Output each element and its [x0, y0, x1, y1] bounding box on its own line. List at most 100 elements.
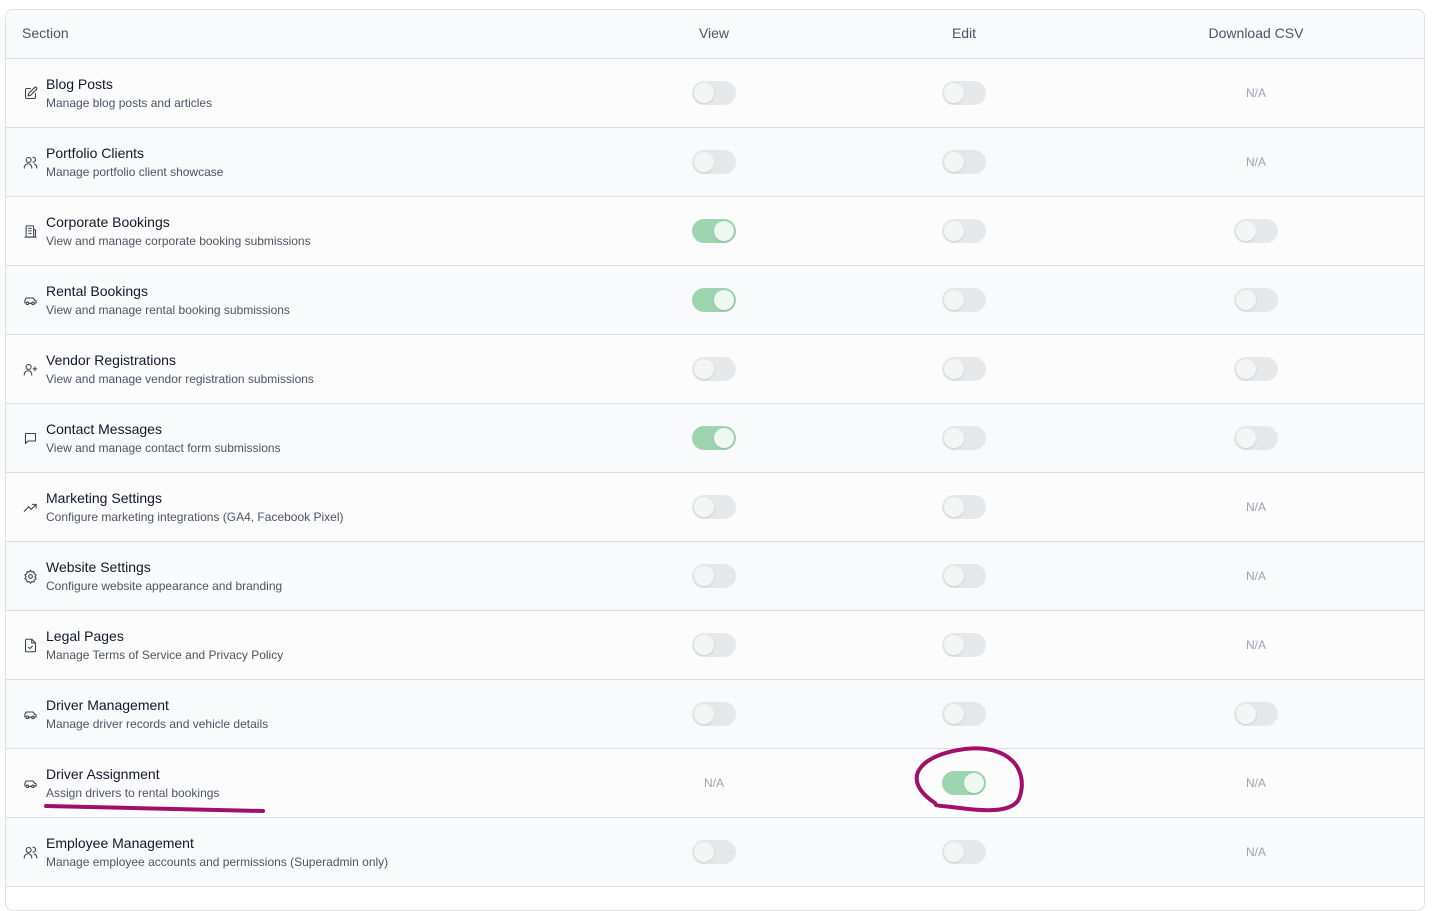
- edit-cell: [864, 818, 1064, 886]
- view-permission-toggle[interactable]: [692, 219, 736, 243]
- edit-permission-toggle[interactable]: [942, 840, 986, 864]
- edit-permission-toggle[interactable]: [942, 702, 986, 726]
- table-row: Marketing Settings Configure marketing in…: [6, 473, 1424, 542]
- csv-permission-toggle[interactable]: [1234, 357, 1278, 381]
- row-description: View and manage vendor registration subm…: [46, 372, 314, 386]
- view-permission-toggle[interactable]: [692, 288, 736, 312]
- view-cell: [614, 128, 814, 196]
- row-title: Website Settings: [46, 559, 151, 575]
- row-description: Manage Terms of Service and Privacy Poli…: [46, 648, 284, 662]
- row-title: Blog Posts: [46, 76, 113, 92]
- toggle-knob: [944, 221, 964, 241]
- table-row: Website Settings Configure website appear…: [6, 542, 1424, 611]
- table-row: Contact Messages View and manage contact …: [6, 404, 1424, 473]
- edit-cell: [864, 266, 1064, 334]
- view-permission-toggle[interactable]: [692, 357, 736, 381]
- edit-cell: [864, 335, 1064, 403]
- row-description: Manage driver records and vehicle detail…: [46, 717, 269, 731]
- table-row: Legal Pages Manage Terms of Service and P…: [6, 611, 1424, 680]
- view-permission-toggle[interactable]: [692, 702, 736, 726]
- toggle-knob: [694, 635, 714, 655]
- user-plus-icon: [22, 361, 38, 377]
- edit-cell: [864, 473, 1064, 541]
- view-cell: [614, 197, 814, 265]
- row-title: Driver Management: [46, 697, 169, 713]
- edit-permission-toggle[interactable]: [942, 357, 986, 381]
- csv-cell: N/A: [1156, 128, 1356, 196]
- csv-cell: N/A: [1156, 473, 1356, 541]
- not-applicable-label: N/A: [1245, 638, 1266, 652]
- edit-permission-toggle[interactable]: [942, 495, 986, 519]
- view-cell: [614, 680, 814, 748]
- row-description: Manage employee accounts and permissions…: [46, 855, 389, 869]
- edit-cell: [864, 611, 1064, 679]
- view-permission-toggle[interactable]: [692, 495, 736, 519]
- not-applicable-label: N/A: [1245, 500, 1266, 514]
- car-icon: [22, 706, 38, 722]
- table-row: Blog Posts Manage blog posts and articles…: [6, 59, 1424, 128]
- csv-cell: N/A: [1156, 749, 1356, 817]
- csv-permission-toggle[interactable]: [1234, 219, 1278, 243]
- edit-permission-toggle[interactable]: [942, 288, 986, 312]
- edit-permission-toggle[interactable]: [942, 426, 986, 450]
- csv-permission-toggle[interactable]: [1234, 702, 1278, 726]
- not-applicable-label: N/A: [1245, 776, 1266, 790]
- view-permission-toggle[interactable]: [692, 840, 736, 864]
- edit-permission-toggle[interactable]: [942, 633, 986, 657]
- view-cell: [614, 542, 814, 610]
- column-header-view: View: [698, 25, 730, 41]
- view-permission-toggle[interactable]: [692, 150, 736, 174]
- table-row: Employee Management Manage employee accou…: [6, 818, 1424, 887]
- row-title: Marketing Settings: [46, 490, 162, 506]
- not-applicable-label: N/A: [1245, 155, 1266, 169]
- edit-permission-toggle[interactable]: [942, 150, 986, 174]
- csv-cell: [1156, 680, 1356, 748]
- row-title: Portfolio Clients: [46, 145, 145, 161]
- table-body: Blog Posts Manage blog posts and articles…: [6, 59, 1424, 887]
- toggle-knob: [1236, 359, 1256, 379]
- toggle-knob: [1236, 428, 1256, 448]
- edit-cell: [864, 542, 1064, 610]
- edit-permission-toggle[interactable]: [942, 219, 986, 243]
- gear-icon: [22, 568, 38, 584]
- edit-permission-toggle[interactable]: [942, 771, 986, 795]
- edit-permission-toggle[interactable]: [942, 564, 986, 588]
- view-permission-toggle[interactable]: [692, 81, 736, 105]
- toggle-knob: [694, 83, 714, 103]
- car-icon: [22, 292, 38, 308]
- toggle-knob: [694, 359, 714, 379]
- csv-cell: [1156, 266, 1356, 334]
- toggle-knob: [694, 704, 714, 724]
- row-title: Contact Messages: [46, 421, 162, 437]
- toggle-knob: [694, 566, 714, 586]
- not-applicable-label: N/A: [1245, 86, 1266, 100]
- csv-cell: N/A: [1156, 542, 1356, 610]
- users-icon: [22, 154, 38, 170]
- view-permission-toggle[interactable]: [692, 564, 736, 588]
- view-permission-toggle[interactable]: [692, 633, 736, 657]
- csv-cell: N/A: [1156, 59, 1356, 127]
- csv-cell: N/A: [1156, 611, 1356, 679]
- toggle-knob: [1236, 704, 1256, 724]
- toggle-knob: [1236, 221, 1256, 241]
- edit-permission-toggle[interactable]: [942, 81, 986, 105]
- csv-permission-toggle[interactable]: [1234, 288, 1278, 312]
- toggle-knob: [964, 773, 984, 793]
- edit-cell: [864, 680, 1064, 748]
- toggle-knob: [944, 704, 964, 724]
- toggle-knob: [944, 842, 964, 862]
- toggle-knob: [944, 635, 964, 655]
- toggle-knob: [944, 428, 964, 448]
- not-applicable-label: N/A: [1245, 569, 1266, 583]
- view-cell: N/A: [614, 749, 814, 817]
- view-permission-toggle[interactable]: [692, 426, 736, 450]
- permissions-table: Section View Edit Download CSV Blog Post…: [5, 9, 1425, 911]
- toggle-knob: [714, 290, 734, 310]
- row-description: Configure website appearance and brandin…: [46, 579, 283, 593]
- users-icon: [22, 844, 38, 860]
- toggle-knob: [1236, 290, 1256, 310]
- edit-cell: [864, 128, 1064, 196]
- view-cell: [614, 266, 814, 334]
- csv-permission-toggle[interactable]: [1234, 426, 1278, 450]
- view-cell: [614, 818, 814, 886]
